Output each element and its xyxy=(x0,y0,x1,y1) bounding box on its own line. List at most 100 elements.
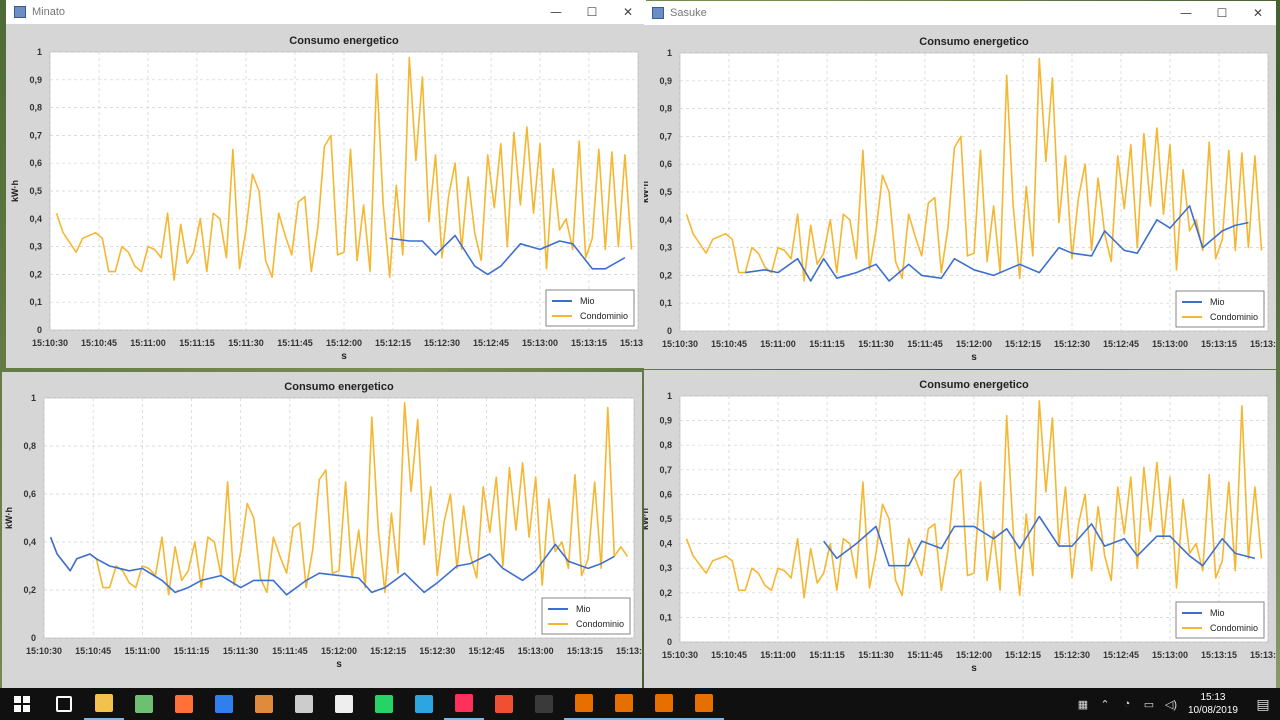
window-minato[interactable]: Minato — ☐ ✕ Consumo energetico 0 0,1 0,2 0,… xyxy=(6,0,646,368)
y-tick-label: 0,6 xyxy=(659,159,672,169)
x-tick-label: 15:13:00 xyxy=(522,338,558,348)
energy-chart: Consumo energetico 0 0,1 0,2 0,3 0,4 0,5 0,6 0,7… xyxy=(644,379,1276,674)
terminal-icon xyxy=(535,695,553,713)
home-app-taskbar-button[interactable] xyxy=(244,688,284,720)
x-tick-label: 15:10:45 xyxy=(711,339,747,349)
window-titlebar[interactable]: Sasuke — ☐ ✕ xyxy=(644,1,1276,25)
java-app-icon-1 xyxy=(575,694,593,712)
firefox-taskbar-button[interactable] xyxy=(164,688,204,720)
y-tick-label: 1 xyxy=(37,47,42,57)
window-titlebar[interactable]: Minato — ☐ ✕ xyxy=(6,0,646,24)
java-app-taskbar-button-2[interactable] xyxy=(604,688,644,720)
x-tick-label: 15:13:00 xyxy=(1152,650,1188,660)
task-view-taskbar-button[interactable] xyxy=(44,688,84,720)
terminal-taskbar-button[interactable] xyxy=(524,688,564,720)
y-tick-label: 0,6 xyxy=(23,489,36,499)
notifications-icon[interactable]: ▤ xyxy=(1248,696,1278,713)
y-tick-label: 0 xyxy=(667,637,672,647)
x-tick-label: 15:10:30 xyxy=(662,650,698,660)
close-button[interactable]: ✕ xyxy=(1240,1,1276,25)
minimize-button[interactable]: — xyxy=(538,0,574,24)
x-tick-label: 15:13:30 xyxy=(616,646,642,656)
x-tick-label: 15:13:15 xyxy=(571,338,607,348)
y-tick-label: 0,3 xyxy=(659,563,672,573)
telegram-taskbar-button[interactable] xyxy=(404,688,444,720)
x-tick-label: 15:12:15 xyxy=(1005,650,1041,660)
x-tick-label: 15:12:15 xyxy=(375,338,411,348)
y-axis-label: kW·h xyxy=(10,180,20,202)
window-chart-3[interactable]: Consumo energetico 0 0,2 0,4 0,6 0,8 1 15:10:30… xyxy=(2,372,642,688)
java-app-taskbar-button-3[interactable] xyxy=(644,688,684,720)
x-tick-label: 15:12:30 xyxy=(1054,339,1090,349)
wifi-icon[interactable]: ◔ xyxy=(1118,698,1136,710)
file-explorer-icon xyxy=(95,694,113,712)
y-tick-label: 0,2 xyxy=(23,585,36,595)
windows-icon xyxy=(14,696,30,712)
notepad-icon xyxy=(135,695,153,713)
y-tick-label: 0,8 xyxy=(29,103,42,113)
mail-taskbar-button[interactable] xyxy=(324,688,364,720)
x-tick-label: 15:12:15 xyxy=(1005,339,1041,349)
notepad-taskbar-button[interactable] xyxy=(124,688,164,720)
whatsapp-taskbar-button[interactable] xyxy=(364,688,404,720)
chart-title: Consumo energetico xyxy=(919,379,1029,391)
y-tick-label: 0,7 xyxy=(659,465,672,475)
y-tick-label: 0,6 xyxy=(659,489,672,499)
y-tick-label: 0,4 xyxy=(659,215,672,225)
x-axis-label: s xyxy=(336,659,342,670)
y-tick-label: 0,9 xyxy=(659,76,672,86)
minimize-button[interactable]: — xyxy=(1168,1,1204,25)
y-tick-label: 0,8 xyxy=(659,440,672,450)
legend-label: Condominio xyxy=(1210,623,1258,633)
network-icon[interactable]: ▦ xyxy=(1074,698,1092,711)
y-tick-label: 0,5 xyxy=(659,187,672,197)
x-tick-label: 15:12:00 xyxy=(956,650,992,660)
close-button[interactable]: ✕ xyxy=(610,0,646,24)
x-tick-label: 15:13:30 xyxy=(620,338,646,348)
java-app-icon-2 xyxy=(615,694,633,712)
y-tick-label: 0,3 xyxy=(29,242,42,252)
x-tick-label: 15:10:45 xyxy=(711,650,747,660)
git-taskbar-button[interactable] xyxy=(484,688,524,720)
y-tick-label: 0,2 xyxy=(659,588,672,598)
intellij-taskbar-button[interactable] xyxy=(444,688,484,720)
x-tick-label: 15:12:45 xyxy=(473,338,509,348)
windows-start-button[interactable] xyxy=(0,688,44,720)
legend-label: Mio xyxy=(576,604,591,614)
y-tick-label: 1 xyxy=(31,393,36,403)
battery-icon[interactable]: ▭ xyxy=(1140,698,1158,711)
intellij-icon xyxy=(455,694,473,712)
java-app-taskbar-button-4[interactable] xyxy=(684,688,724,720)
y-tick-label: 0,1 xyxy=(659,612,672,622)
x-tick-label: 15:13:30 xyxy=(1250,650,1276,660)
x-tick-label: 15:10:30 xyxy=(26,646,62,656)
x-tick-label: 15:11:00 xyxy=(760,339,796,349)
x-tick-label: 15:13:30 xyxy=(1250,339,1276,349)
whatsapp-icon xyxy=(375,695,393,713)
legend-label: Mio xyxy=(1210,297,1225,307)
y-tick-label: 0,8 xyxy=(23,441,36,451)
maximize-button[interactable]: ☐ xyxy=(1204,1,1240,25)
x-tick-label: 15:12:45 xyxy=(468,646,504,656)
maximize-button[interactable]: ☐ xyxy=(574,0,610,24)
x-tick-label: 15:12:45 xyxy=(1103,339,1139,349)
y-tick-label: 0 xyxy=(667,326,672,336)
window-sasuke[interactable]: Sasuke — ☐ ✕ Consumo energetico 0 0,1 0,2 0,… xyxy=(644,1,1276,369)
y-tick-label: 0,3 xyxy=(659,243,672,253)
y-axis-label: kW·h xyxy=(644,181,650,203)
x-axis-label: s xyxy=(341,351,347,362)
file-explorer-taskbar-button[interactable] xyxy=(84,688,124,720)
clock[interactable]: 15:13 10/08/2019 xyxy=(1188,691,1238,717)
y-tick-label: 1 xyxy=(667,48,672,58)
maps-taskbar-button[interactable] xyxy=(204,688,244,720)
chevron-up-icon[interactable]: ⌃ xyxy=(1096,698,1114,711)
x-tick-label: 15:11:15 xyxy=(809,339,845,349)
calculator-taskbar-button[interactable] xyxy=(284,688,324,720)
legend-label: Condominio xyxy=(576,619,624,629)
x-tick-label: 15:12:30 xyxy=(424,338,460,348)
task-view-icon xyxy=(56,696,72,712)
java-app-taskbar-button-1[interactable] xyxy=(564,688,604,720)
window-chart-4[interactable]: Consumo energetico 0 0,1 0,2 0,3 0,4 0,5 0,6 0,7… xyxy=(644,370,1276,688)
x-tick-label: 15:12:30 xyxy=(1054,650,1090,660)
volume-icon[interactable]: ◁) xyxy=(1162,698,1180,711)
